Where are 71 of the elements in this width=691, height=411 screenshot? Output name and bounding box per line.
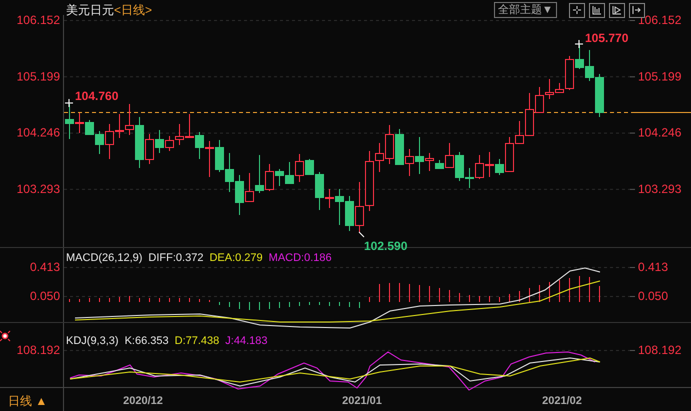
- indicator-label: MACD(26,12,9): [66, 252, 142, 264]
- candlestick: [285, 162, 294, 184]
- dea-value: DEA:0.279: [209, 252, 263, 264]
- candlestick: [215, 140, 224, 172]
- alert-icon: [0, 330, 10, 342]
- candlestick: [575, 44, 584, 70]
- candlestick: [195, 132, 204, 160]
- tick-mark: [630, 20, 636, 21]
- theme-dropdown[interactable]: 全部主题▼: [494, 2, 557, 18]
- axis-label: 103.293: [16, 182, 60, 196]
- candlestick: [245, 172, 254, 202]
- candlestick: [595, 74, 604, 118]
- tick-mark: [630, 76, 636, 78]
- candlestick: [345, 196, 354, 232]
- axis-label: 104.246: [16, 126, 60, 140]
- tick-mark: [630, 132, 636, 134]
- axis-label: 108.192: [16, 343, 60, 357]
- j-value: J:44.183: [225, 335, 268, 347]
- axis-label: 0.413: [638, 260, 668, 274]
- axis-label: 0.050: [638, 289, 668, 303]
- tick-mark: [630, 350, 636, 351]
- axis-label: 106.152: [16, 13, 60, 27]
- cross-icon: [574, 40, 584, 48]
- candlestick: [225, 152, 234, 192]
- candlestick: [185, 114, 194, 138]
- axis-label: 106.152: [638, 13, 682, 27]
- tick-mark: [630, 267, 636, 268]
- candlestick: [255, 154, 264, 194]
- play-chart-icon: [612, 5, 622, 15]
- candlestick: [395, 128, 404, 166]
- candlestick: [205, 140, 214, 178]
- date-label: 2020/12: [123, 395, 163, 407]
- diff-value: DIFF:0.372: [148, 252, 204, 264]
- play-chart-button[interactable]: [608, 2, 625, 18]
- price-label: 104.760: [75, 89, 118, 103]
- cross-icon: [64, 98, 74, 108]
- period-label: <日线>: [114, 3, 152, 17]
- axis-label: 105.199: [638, 69, 682, 84]
- macd-value: MACD:0.186: [268, 252, 332, 264]
- bars-icon: [592, 5, 602, 15]
- bars-button[interactable]: [588, 2, 605, 18]
- arrow-right-button[interactable]: [628, 2, 645, 18]
- axis-label: 103.293: [638, 182, 682, 196]
- tick-mark: [630, 188, 636, 190]
- candlestick: [455, 152, 464, 182]
- date-label: 2021/02: [542, 395, 582, 407]
- candlestick: [235, 174, 244, 216]
- date-label: 2021/01: [342, 395, 382, 407]
- k-value: K:66.353: [124, 335, 169, 347]
- candlestick: [405, 148, 414, 176]
- arrow-right-icon: [632, 5, 642, 15]
- period-selector[interactable]: 日线 ▲: [8, 394, 48, 408]
- candlestick: [385, 124, 394, 164]
- axis-label: 0.050: [30, 289, 60, 303]
- symbol-title: 美元日元: [66, 3, 114, 17]
- axis-label: 108.192: [638, 343, 682, 357]
- axis-label: 0.413: [30, 260, 60, 274]
- axis-label: 105.199: [16, 69, 60, 84]
- axis-label: 104.246: [638, 126, 682, 140]
- crosshair-button[interactable]: [568, 2, 585, 18]
- d-value: D:77.438: [174, 335, 220, 347]
- indicator-label: KDJ(9,3,3): [66, 335, 119, 347]
- low-price-label: 102.590: [364, 239, 408, 253]
- candlestick: [475, 154, 484, 180]
- candlestick: [175, 124, 184, 146]
- candlestick: [355, 182, 364, 232]
- candlestick: [585, 50, 594, 82]
- tick-mark: [630, 296, 636, 297]
- crosshair-icon: [572, 5, 582, 15]
- high-price-label: 105.770: [585, 31, 628, 45]
- candlestick: [465, 168, 474, 188]
